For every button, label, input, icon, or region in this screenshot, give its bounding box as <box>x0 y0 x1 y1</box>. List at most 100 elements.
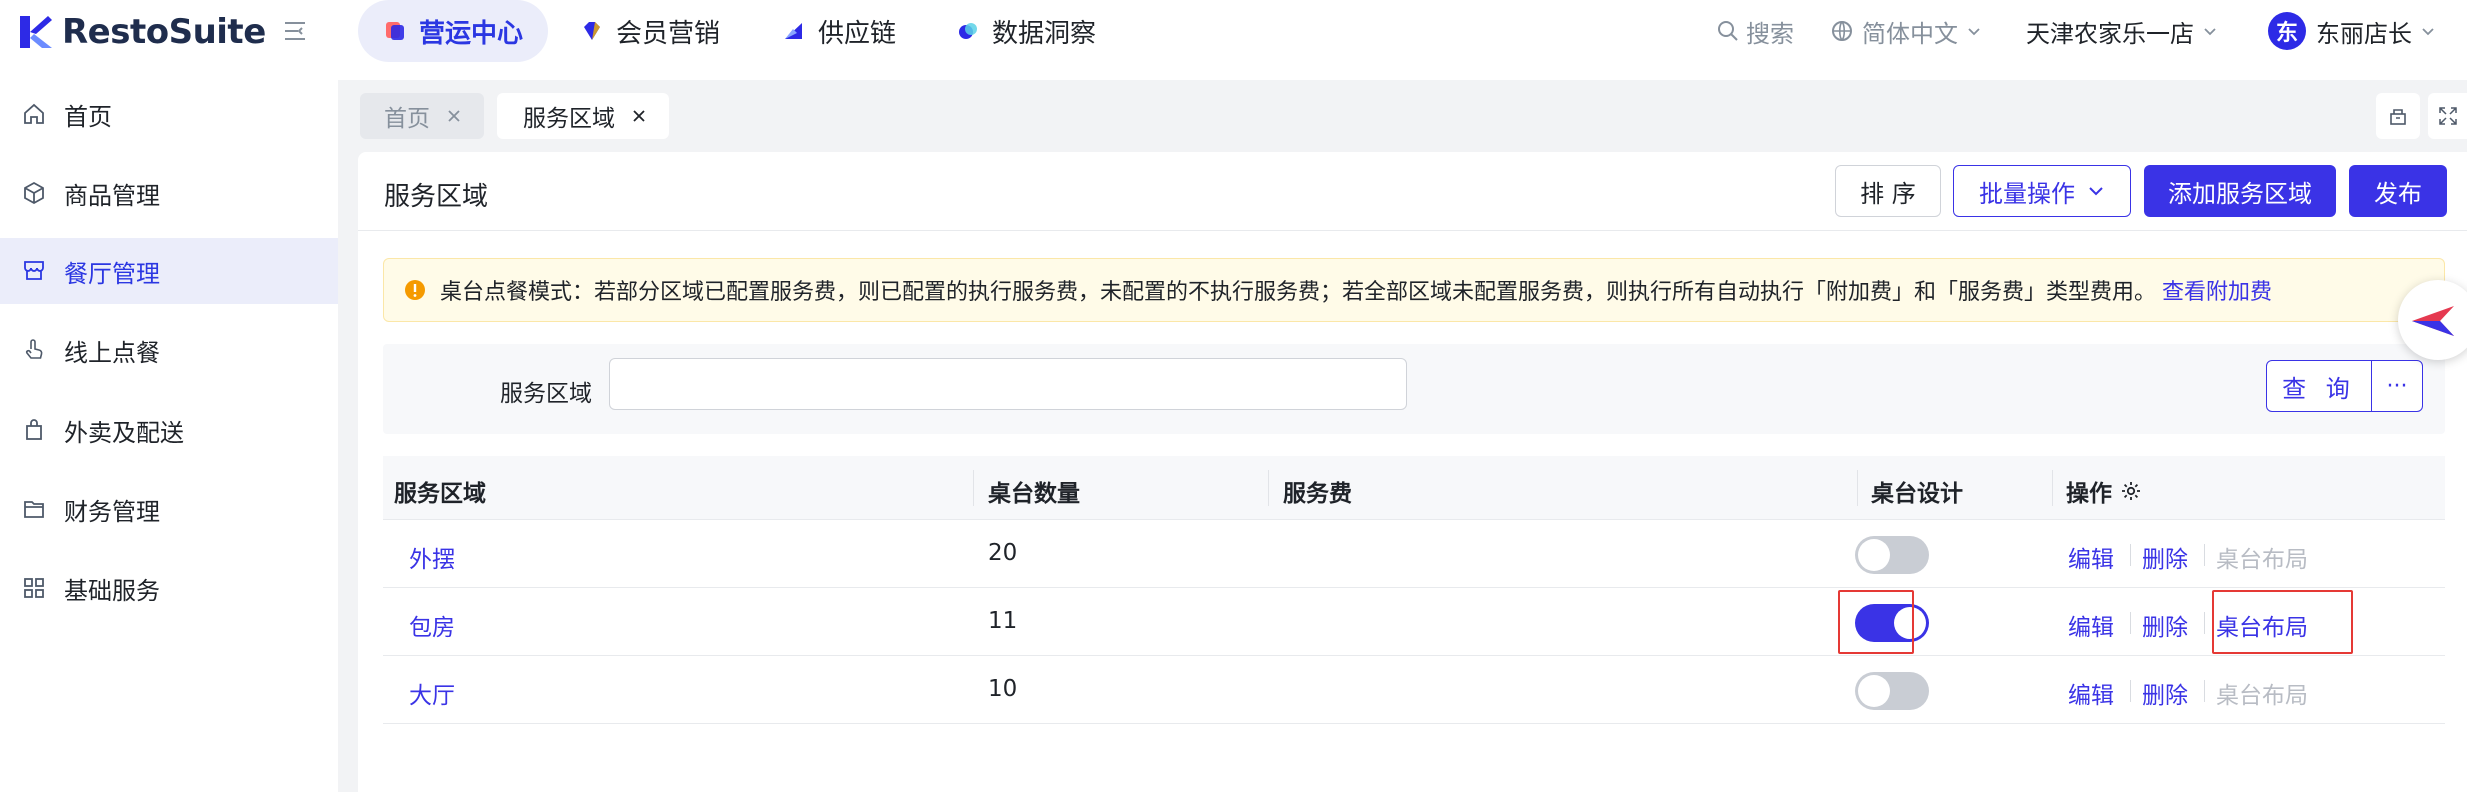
nav-tab-data-insight[interactable]: 数据洞察 <box>956 0 1096 62</box>
page-title: 服务区域 <box>384 182 489 212</box>
toggle-knob <box>1858 675 1890 707</box>
sidebar-item-products[interactable]: 商品管理 <box>0 161 338 225</box>
chevron-down-icon <box>1966 23 1982 39</box>
sidebar-item-label: 基础服务 <box>64 576 160 605</box>
highlight-box-toggle <box>1838 590 1914 654</box>
batch-operation-label: 批量操作 <box>1979 179 2075 208</box>
action-divider <box>2130 544 2131 566</box>
batch-operation-button[interactable]: 批量操作 <box>1953 165 2131 217</box>
page-tab-home[interactable]: 首页 <box>360 93 484 139</box>
page-tab-label: 首页 <box>384 106 430 132</box>
brand-logo[interactable]: RestoSuite <box>18 12 266 52</box>
action-divider <box>2204 612 2205 634</box>
sidebar-item-label: 商品管理 <box>64 181 160 210</box>
warning-icon <box>404 279 426 301</box>
box-icon <box>22 181 46 205</box>
highlight-box-layout <box>2212 590 2353 654</box>
table-layout-link: 桌台布局 <box>2216 683 2308 709</box>
sidebar-item-label: 线上点餐 <box>64 338 160 367</box>
nav-tab-member-marketing[interactable]: 会员营销 <box>580 0 720 62</box>
nav-tab-label: 供应链 <box>818 18 897 49</box>
area-name-link[interactable]: 外摆 <box>409 540 455 574</box>
close-icon[interactable] <box>631 108 647 124</box>
action-divider <box>2130 612 2131 634</box>
add-service-area-button[interactable]: 添加服务区域 <box>2144 165 2336 217</box>
close-icon[interactable] <box>446 108 462 124</box>
edit-link[interactable]: 编辑 <box>2068 676 2114 710</box>
delete-link[interactable]: 删除 <box>2142 676 2188 710</box>
store-selector[interactable]: 天津农家乐一店 <box>2026 14 2218 48</box>
sort-button[interactable]: 排 序 <box>1835 165 1941 217</box>
delete-link[interactable]: 删除 <box>2142 608 2188 642</box>
action-divider <box>2204 544 2205 566</box>
paper-plane-icon <box>2410 304 2456 338</box>
search-icon <box>1716 19 1740 43</box>
sidebar-item-label: 财务管理 <box>64 497 160 526</box>
data-insight-icon <box>956 19 980 43</box>
language-label: 简体中文 <box>1862 19 1958 48</box>
sidebar-item-restaurant[interactable]: 餐厅管理 <box>0 238 338 304</box>
table-row: 外摆 20 编辑 删除 桌台布局 <box>383 520 2445 588</box>
column-divider <box>1857 470 1858 506</box>
table-count: 11 <box>988 608 1018 634</box>
fullscreen-button[interactable] <box>2428 93 2467 139</box>
grid-icon <box>22 576 46 600</box>
nav-tab-supply-chain[interactable]: 供应链 <box>782 0 896 62</box>
column-divider <box>1268 470 1269 506</box>
brand-logo-icon <box>20 16 52 48</box>
sidebar-item-online-ordering[interactable]: 线上点餐 <box>0 318 338 382</box>
query-button[interactable]: 查 询 <box>2266 360 2372 412</box>
column-header-area: 服务区域 <box>394 481 486 507</box>
info-alert: 桌台点餐模式：若部分区域已配置服务费，则已配置的执行服务费，未配置的不执行服务费… <box>383 258 2445 322</box>
edit-link[interactable]: 编辑 <box>2068 608 2114 642</box>
action-divider <box>2204 680 2205 702</box>
diamond-icon <box>580 19 604 43</box>
user-name: 东丽店长 <box>2316 19 2412 48</box>
table-design-toggle[interactable] <box>1855 672 1929 710</box>
store-label: 天津农家乐一店 <box>2026 19 2194 48</box>
chevron-down-icon <box>2420 23 2436 39</box>
table-count: 10 <box>988 676 1018 702</box>
sidebar-item-basic-services[interactable]: 基础服务 <box>0 556 338 620</box>
nav-tab-label: 数据洞察 <box>992 18 1097 49</box>
home-icon <box>22 102 46 126</box>
table-row: 包房 11 编辑 删除 桌台布局 <box>383 588 2445 656</box>
user-menu[interactable]: 东 东丽店长 <box>2268 11 2436 51</box>
table-design-toggle[interactable] <box>1855 536 1929 574</box>
table-layout-link: 桌台布局 <box>2216 547 2308 573</box>
table-count: 20 <box>988 540 1018 566</box>
column-header-actions: 操作 <box>2066 474 2142 508</box>
view-surcharge-link[interactable]: 查看附加费 <box>2162 274 2272 306</box>
sidebar-item-home[interactable]: 首页 <box>0 82 338 146</box>
tool-button[interactable] <box>2376 93 2420 139</box>
page-tab-service-area[interactable]: 服务区域 <box>497 93 669 139</box>
tab-tool-icon <box>2387 105 2409 127</box>
store-icon <box>22 258 46 282</box>
delete-link[interactable]: 删除 <box>2142 540 2188 574</box>
filter-panel: 服务区域 查 询 ··· <box>383 344 2445 434</box>
search-button[interactable]: 搜索 <box>1716 14 1794 48</box>
service-area-input[interactable] <box>609 358 1407 410</box>
language-selector[interactable]: 简体中文 <box>1830 14 1982 48</box>
edit-link[interactable]: 编辑 <box>2068 540 2114 574</box>
table-row: 大厅 10 编辑 删除 桌台布局 <box>383 656 2445 724</box>
settings-gear-icon[interactable] <box>2120 480 2142 502</box>
area-name-link[interactable]: 包房 <box>409 608 455 642</box>
supply-chain-icon <box>782 19 806 43</box>
nav-tab-operations[interactable]: 营运中心 <box>358 0 548 62</box>
fullscreen-icon <box>2437 105 2459 127</box>
alert-text: 桌台点餐模式：若部分区域已配置服务费，则已配置的执行服务费，未配置的不执行服务费… <box>440 280 2157 305</box>
publish-button[interactable]: 发布 <box>2349 165 2447 217</box>
table-header: 服务区域 桌台数量 服务费 桌台设计 操作 <box>383 456 2445 520</box>
more-filter-button[interactable]: ··· <box>2371 360 2423 412</box>
chevron-down-icon <box>2087 182 2105 200</box>
column-header-fee: 服务费 <box>1283 481 1352 507</box>
globe-icon <box>1830 19 1854 43</box>
column-header-actions-label: 操作 <box>2066 481 2112 507</box>
page-tab-label: 服务区域 <box>523 106 615 132</box>
area-name-link[interactable]: 大厅 <box>409 676 455 710</box>
menu-collapse-icon[interactable] <box>282 18 308 48</box>
sidebar-item-finance[interactable]: 财务管理 <box>0 477 338 541</box>
sidebar-item-delivery[interactable]: 外卖及配送 <box>0 398 338 462</box>
avatar: 东 <box>2268 12 2306 50</box>
